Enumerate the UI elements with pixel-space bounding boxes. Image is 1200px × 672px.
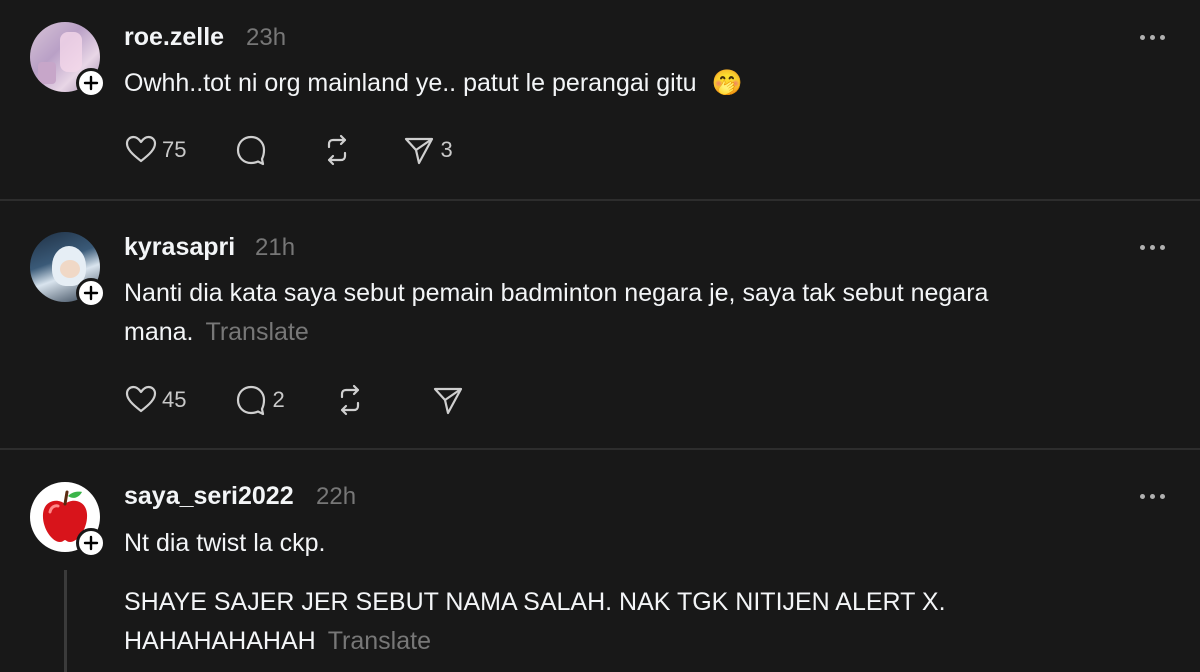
reply-count: 2 xyxy=(272,387,285,412)
reply-button[interactable] xyxy=(234,133,272,167)
username[interactable]: roe.zelle xyxy=(124,23,224,52)
post-actions: 45 2 xyxy=(124,383,469,417)
like-count: 45 xyxy=(162,387,187,412)
like-button[interactable]: 75 xyxy=(124,133,186,167)
heart-icon xyxy=(125,135,157,163)
like-count: 75 xyxy=(162,137,187,162)
post-text: Nt dia twist la ckp. xyxy=(124,529,326,557)
quoted-text: SHAYE SAJER JER SEBUT NAMA SALAH. NAK TG… xyxy=(124,583,1164,661)
repost-icon xyxy=(340,384,359,416)
translate-link[interactable]: Translate xyxy=(205,318,308,346)
translate-link[interactable]: Translate xyxy=(328,627,431,655)
timestamp[interactable]: 23h xyxy=(246,24,286,52)
avatar-container[interactable] xyxy=(30,482,106,558)
post-text-line: HAHAHAHAHAH Translate xyxy=(124,622,1164,661)
thread-line xyxy=(64,570,67,672)
username[interactable]: saya_seri2022 xyxy=(124,482,294,511)
post-text-content: HAHAHAHAHAH xyxy=(124,627,316,655)
more-dots-icon xyxy=(1140,244,1145,250)
comment-icon xyxy=(237,135,266,166)
reply-button[interactable]: 2 xyxy=(234,383,285,417)
avatar-container[interactable] xyxy=(30,22,106,98)
post-text-line: mana. Translate xyxy=(124,313,1164,352)
emoji: 🤭 xyxy=(711,69,743,97)
repost-icon xyxy=(328,134,347,166)
send-icon xyxy=(405,137,434,165)
more-options-button[interactable] xyxy=(1140,32,1168,42)
repost-button[interactable] xyxy=(320,133,354,167)
username[interactable]: kyrasapri xyxy=(124,233,235,262)
plus-icon xyxy=(83,535,99,551)
post-text: Owhh..tot ni org mainland ye.. patut le … xyxy=(124,64,1164,103)
reply-post: roe.zelle 23h Owhh..tot ni org mainland … xyxy=(0,0,1200,199)
post-text-content: Owhh..tot ni org mainland ye.. patut le … xyxy=(124,69,697,97)
more-dots-icon xyxy=(1140,34,1145,40)
post-text-line: SHAYE SAJER JER SEBUT NAMA SALAH. NAK TG… xyxy=(124,588,946,616)
heart-icon xyxy=(125,385,157,413)
follow-button[interactable] xyxy=(76,68,106,98)
timestamp[interactable]: 21h xyxy=(255,234,295,262)
send-icon xyxy=(433,387,462,415)
reply-post: saya_seri2022 22h Nt dia twist la ckp. S… xyxy=(0,450,1200,672)
repost-button[interactable] xyxy=(333,383,367,417)
plus-icon xyxy=(83,285,99,301)
share-button[interactable]: 3 xyxy=(402,133,453,167)
more-dots-icon xyxy=(1140,493,1145,499)
post-text: Nanti dia kata saya sebut pemain badmint… xyxy=(124,274,1164,352)
follow-button[interactable] xyxy=(76,528,106,558)
like-button[interactable]: 45 xyxy=(124,383,186,417)
follow-button[interactable] xyxy=(76,278,106,308)
post-actions: 75 3 xyxy=(124,133,453,167)
avatar-container[interactable] xyxy=(30,232,106,308)
share-count: 3 xyxy=(440,137,453,162)
post-text-content: mana. xyxy=(124,318,194,346)
more-options-button[interactable] xyxy=(1140,491,1168,501)
plus-icon xyxy=(83,75,99,91)
replies-feed: roe.zelle 23h Owhh..tot ni org mainland … xyxy=(0,0,1200,672)
timestamp[interactable]: 22h xyxy=(316,483,356,511)
post-text-line: Nanti dia kata saya sebut pemain badmint… xyxy=(124,279,989,307)
comment-icon xyxy=(237,385,266,416)
share-button[interactable] xyxy=(431,383,469,417)
reply-post: kyrasapri 21h Nanti dia kata saya sebut … xyxy=(0,201,1200,448)
more-options-button[interactable] xyxy=(1140,242,1168,252)
